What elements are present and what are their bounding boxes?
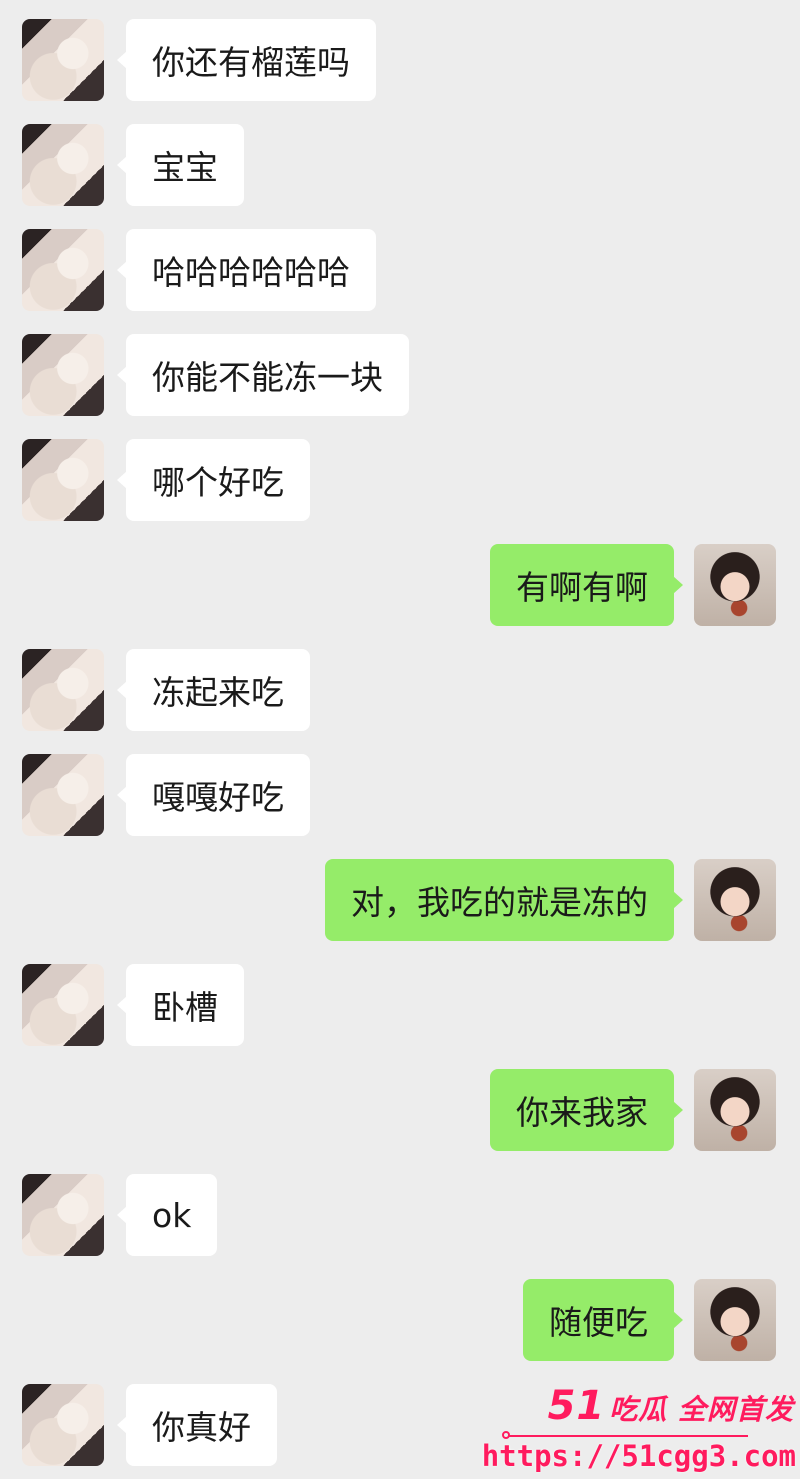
message-bubble-incoming[interactable]: 你真好 — [117, 1384, 277, 1466]
watermark-brand-text: 吃瓜 全网首发 — [609, 1393, 794, 1426]
message-bubble-outgoing[interactable]: 有啊有啊 — [490, 544, 683, 626]
contact-avatar[interactable] — [22, 754, 104, 836]
message-row-incoming: ok — [0, 1174, 800, 1256]
message-bubble-incoming[interactable]: 冻起来吃 — [117, 649, 310, 731]
message-bubble-incoming[interactable]: 你还有榴莲吗 — [117, 19, 376, 101]
self-avatar[interactable] — [694, 1069, 776, 1151]
contact-avatar[interactable] — [22, 1384, 104, 1466]
message-row-incoming: 哈哈哈哈哈哈 — [0, 229, 800, 311]
message-row-incoming: 哪个好吃 — [0, 439, 800, 521]
watermark-brand: 51 吃瓜 全网首发 — [548, 1383, 794, 1429]
message-bubble-incoming[interactable]: 嘎嘎好吃 — [117, 754, 310, 836]
message-row-incoming: 冻起来吃 — [0, 649, 800, 731]
contact-avatar[interactable] — [22, 964, 104, 1046]
watermark-divider — [508, 1435, 748, 1437]
watermark: 51 吃瓜 全网首发 https://51cgg3.com — [482, 1379, 800, 1479]
self-avatar[interactable] — [694, 1279, 776, 1361]
contact-avatar[interactable] — [22, 649, 104, 731]
contact-avatar[interactable] — [22, 439, 104, 521]
message-bubble-incoming[interactable]: ok — [116, 1174, 218, 1256]
message-bubble-incoming[interactable]: 卧槽 — [117, 964, 244, 1046]
contact-avatar[interactable] — [22, 1174, 104, 1256]
contact-avatar[interactable] — [22, 124, 104, 206]
message-bubble-outgoing[interactable]: 随便吃 — [523, 1279, 683, 1361]
message-row-outgoing: 对，我吃的就是冻的 — [0, 859, 800, 941]
self-avatar[interactable] — [694, 859, 776, 941]
message-bubble-incoming[interactable]: 宝宝 — [117, 124, 244, 206]
contact-avatar[interactable] — [22, 229, 104, 311]
message-row-outgoing: 你来我家 — [0, 1069, 800, 1151]
message-row-incoming: 嘎嘎好吃 — [0, 754, 800, 836]
message-row-outgoing: 随便吃 — [0, 1279, 800, 1361]
message-row-incoming: 你能不能冻一块 — [0, 334, 800, 416]
watermark-brand-number: 51 — [547, 1383, 606, 1429]
message-row-incoming: 你还有榴莲吗 — [0, 19, 800, 101]
message-bubble-incoming[interactable]: 哈哈哈哈哈哈 — [117, 229, 376, 311]
message-row-outgoing: 有啊有啊 — [0, 544, 800, 626]
watermark-url: https://51cgg3.com — [481, 1439, 796, 1473]
message-bubble-incoming[interactable]: 你能不能冻一块 — [117, 334, 409, 416]
message-bubble-incoming[interactable]: 哪个好吃 — [117, 439, 310, 521]
self-avatar[interactable] — [694, 544, 776, 626]
chat-message-list[interactable]: 你还有榴莲吗 宝宝 哈哈哈哈哈哈 你能不能冻一块 哪个好吃 有啊有啊 冻起来吃 … — [0, 0, 800, 1479]
message-bubble-outgoing[interactable]: 你来我家 — [490, 1069, 683, 1151]
message-bubble-outgoing[interactable]: 对，我吃的就是冻的 — [325, 859, 683, 941]
message-row-incoming: 卧槽 — [0, 964, 800, 1046]
contact-avatar[interactable] — [22, 19, 104, 101]
message-row-incoming: 宝宝 — [0, 124, 800, 206]
contact-avatar[interactable] — [22, 334, 104, 416]
